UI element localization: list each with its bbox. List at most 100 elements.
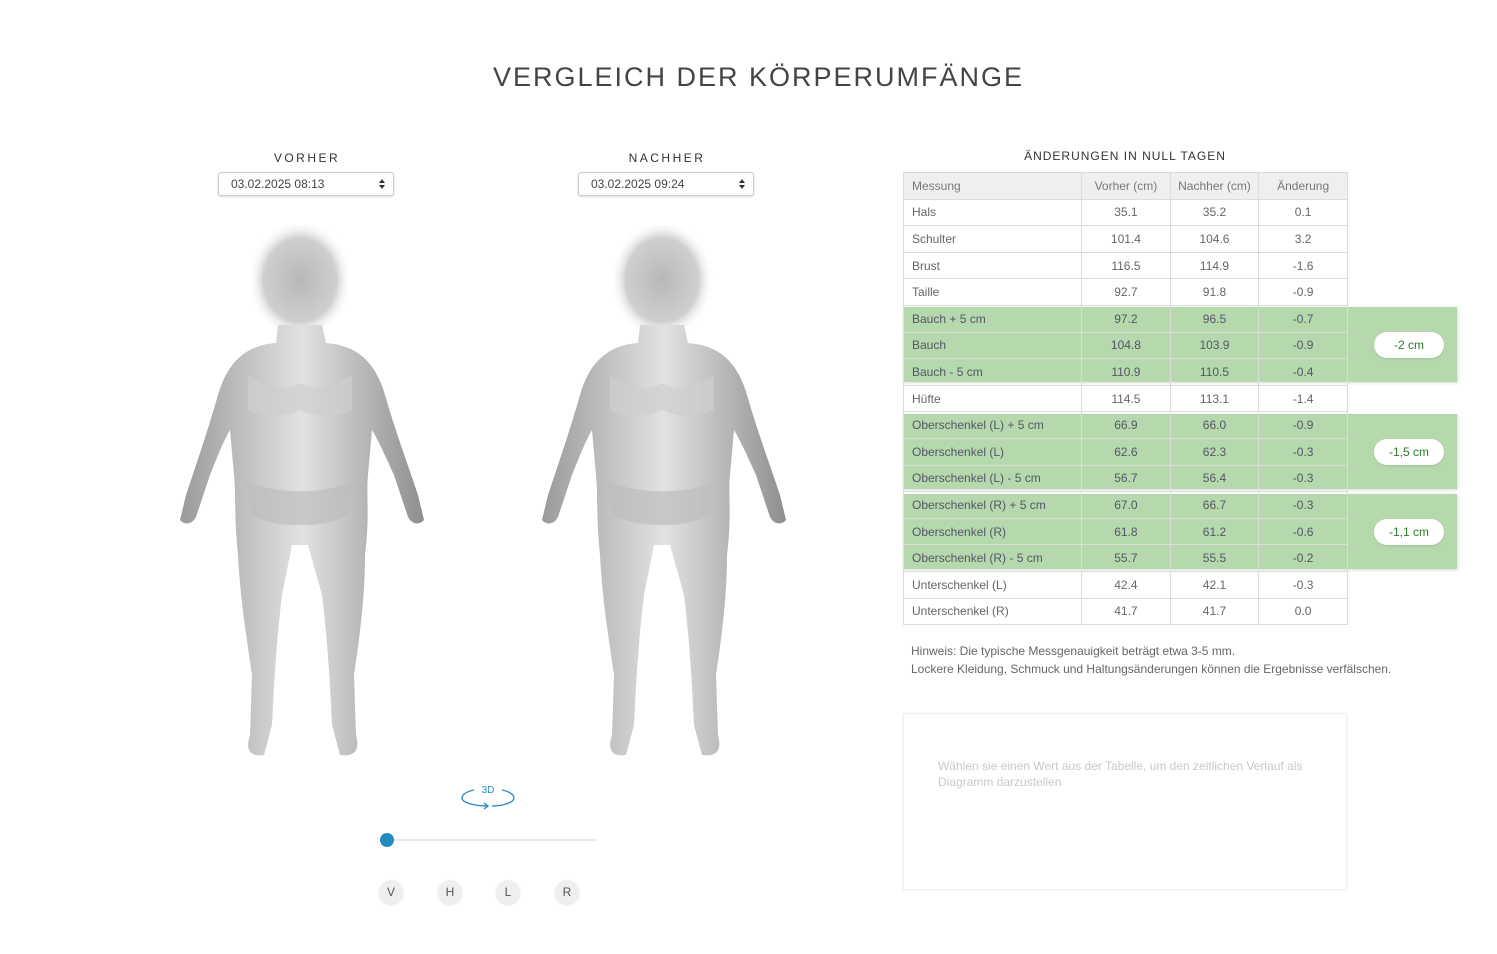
note-line-1: Hinweis: Die typische Messgenauigkeit be… <box>911 644 1236 658</box>
body-scan-after[interactable] <box>540 225 790 765</box>
change-value-cell: 0.0 <box>1258 597 1348 626</box>
col-header-change[interactable]: Änderung <box>1258 172 1348 200</box>
before-value-cell: 55.7 <box>1081 544 1171 572</box>
change-value-cell: -0.4 <box>1258 358 1348 386</box>
view-back-button[interactable]: H <box>438 880 462 904</box>
measurement-name-cell: Oberschenkel (L) <box>902 437 1083 466</box>
col-header-before[interactable]: Vorher (cm) <box>1081 172 1171 200</box>
view-left-button[interactable]: L <box>496 880 520 904</box>
view-right-button[interactable]: R <box>555 880 579 904</box>
table-row[interactable]: Unterschenkel (L) 42.4 42.1 -0.3 <box>902 570 1348 599</box>
after-value-cell: 55.5 <box>1169 544 1260 572</box>
measurement-name-cell: Bauch - 5 cm <box>902 358 1083 386</box>
measurement-name-cell: Hals <box>902 198 1083 227</box>
view-front-button[interactable]: V <box>379 880 403 904</box>
before-value-cell: 67.0 <box>1081 491 1171 519</box>
before-date-value: 03.02.2025 08:13 <box>231 177 325 191</box>
table-row[interactable]: Oberschenkel (L) + 5 cm 66.9 66.0 -0.9 <box>902 411 1348 439</box>
after-value-cell: 41.7 <box>1169 597 1260 626</box>
change-value-cell: -0.9 <box>1258 278 1348 306</box>
change-value-cell: -0.6 <box>1258 517 1348 546</box>
table-row[interactable]: Oberschenkel (R) + 5 cm 67.0 66.7 -0.3 <box>902 491 1348 519</box>
change-value-cell: -1.6 <box>1258 251 1348 280</box>
before-value-cell: 41.7 <box>1081 597 1171 626</box>
table-row[interactable]: Brust 116.5 114.9 -1.6 <box>902 251 1348 280</box>
measurement-name-cell: Bauch + 5 cm <box>902 304 1083 333</box>
group-change-badge[interactable]: -1,1 cm <box>1374 519 1444 545</box>
after-value-cell: 110.5 <box>1169 358 1260 386</box>
accuracy-note: Hinweis: Die typische Messgenauigkeit be… <box>911 642 1391 678</box>
after-value-cell: 114.9 <box>1169 251 1260 280</box>
measurement-name-cell: Oberschenkel (R) - 5 cm <box>902 544 1083 572</box>
table-row[interactable]: Schulter 101.4 104.6 3.2 <box>902 225 1348 253</box>
sort-arrows-icon <box>379 179 385 189</box>
table-row[interactable]: Hals 35.1 35.2 0.1 <box>902 198 1348 227</box>
measurement-name-cell: Oberschenkel (L) + 5 cm <box>902 411 1083 439</box>
after-label: NACHHER <box>628 151 706 165</box>
after-value-cell: 66.7 <box>1169 491 1260 519</box>
measurement-name-cell: Unterschenkel (L) <box>902 570 1083 599</box>
measurement-name-cell: Oberschenkel (R) + 5 cm <box>902 491 1083 519</box>
after-date-value: 03.02.2025 09:24 <box>591 177 685 191</box>
note-line-2: Lockere Kleidung, Schmuck und Haltungsän… <box>911 662 1392 676</box>
after-date-select[interactable]: 03.02.2025 09:24 <box>578 172 754 196</box>
rotate-label: 3D <box>482 785 495 796</box>
before-value-cell: 114.5 <box>1081 384 1171 413</box>
after-value-cell: 61.2 <box>1169 517 1260 546</box>
change-value-cell: -0.7 <box>1258 304 1348 333</box>
group-change-badge[interactable]: -1,5 cm <box>1374 439 1444 465</box>
page-title: VERGLEICH DER KÖRPERUMFÄNGE <box>492 62 1025 92</box>
chart-placeholder-text: Wählen sie einen Wert aus der Tabelle, u… <box>938 759 1303 789</box>
after-value-cell: 96.5 <box>1169 304 1260 333</box>
before-value-cell: 61.8 <box>1081 517 1171 546</box>
change-value-cell: -1.4 <box>1258 384 1348 413</box>
before-label: VORHER <box>273 151 341 165</box>
measurement-name-cell: Hüfte <box>902 384 1083 413</box>
change-value-cell: -0.9 <box>1258 411 1348 439</box>
measurement-name-cell: Bauch <box>902 331 1083 360</box>
table-row[interactable]: Taille 92.7 91.8 -0.9 <box>902 278 1348 306</box>
table-row[interactable]: Bauch 104.8 103.9 -0.9 <box>902 331 1348 360</box>
measurements-table: Messung Vorher (cm) Nachher (cm) Änderun… <box>902 172 1348 626</box>
rotation-slider-thumb[interactable] <box>380 833 394 847</box>
measurement-name-cell: Oberschenkel (L) - 5 cm <box>902 464 1083 493</box>
table-row[interactable]: Bauch - 5 cm 110.9 110.5 -0.4 <box>902 358 1348 386</box>
table-header-row: Messung Vorher (cm) Nachher (cm) Änderun… <box>902 172 1348 200</box>
before-value-cell: 110.9 <box>1081 358 1171 386</box>
measurement-name-cell: Unterschenkel (R) <box>902 597 1083 626</box>
change-value-cell: -0.2 <box>1258 544 1348 572</box>
rotate-3d-icon[interactable]: 3D <box>460 782 516 812</box>
after-value-cell: 66.0 <box>1169 411 1260 439</box>
table-row[interactable]: Bauch + 5 cm 97.2 96.5 -0.7 <box>902 304 1348 333</box>
table-row[interactable]: Hüfte 114.5 113.1 -1.4 <box>902 384 1348 413</box>
before-value-cell: 66.9 <box>1081 411 1171 439</box>
after-value-cell: 35.2 <box>1169 198 1260 227</box>
col-header-after[interactable]: Nachher (cm) <box>1169 172 1260 200</box>
body-scan-before[interactable] <box>180 225 430 765</box>
after-value-cell: 62.3 <box>1169 437 1260 466</box>
after-value-cell: 56.4 <box>1169 464 1260 493</box>
after-value-cell: 91.8 <box>1169 278 1260 306</box>
col-header-measurement[interactable]: Messung <box>902 172 1083 200</box>
after-value-cell: 103.9 <box>1169 331 1260 360</box>
change-value-cell: 0.1 <box>1258 198 1348 227</box>
table-row[interactable]: Unterschenkel (R) 41.7 41.7 0.0 <box>902 597 1348 626</box>
before-value-cell: 104.8 <box>1081 331 1171 360</box>
group-change-badge[interactable]: -2 cm <box>1374 332 1444 358</box>
after-value-cell: 42.1 <box>1169 570 1260 599</box>
before-value-cell: 101.4 <box>1081 225 1171 253</box>
table-row[interactable]: Oberschenkel (R) 61.8 61.2 -0.6 <box>902 517 1348 546</box>
table-row[interactable]: Oberschenkel (L) 62.6 62.3 -0.3 <box>902 437 1348 466</box>
before-value-cell: 35.1 <box>1081 198 1171 227</box>
before-date-select[interactable]: 03.02.2025 08:13 <box>218 172 394 196</box>
rotation-slider-track[interactable] <box>387 839 597 841</box>
before-value-cell: 62.6 <box>1081 437 1171 466</box>
measurement-name-cell: Brust <box>902 251 1083 280</box>
before-value-cell: 116.5 <box>1081 251 1171 280</box>
table-title: ÄNDERUNGEN IN NULL TAGEN <box>1024 149 1226 163</box>
table-row[interactable]: Oberschenkel (R) - 5 cm 55.7 55.5 -0.2 <box>902 544 1348 572</box>
change-value-cell: 3.2 <box>1258 225 1348 253</box>
before-value-cell: 56.7 <box>1081 464 1171 493</box>
sort-arrows-icon <box>739 179 745 189</box>
table-row[interactable]: Oberschenkel (L) - 5 cm 56.7 56.4 -0.3 <box>902 464 1348 493</box>
